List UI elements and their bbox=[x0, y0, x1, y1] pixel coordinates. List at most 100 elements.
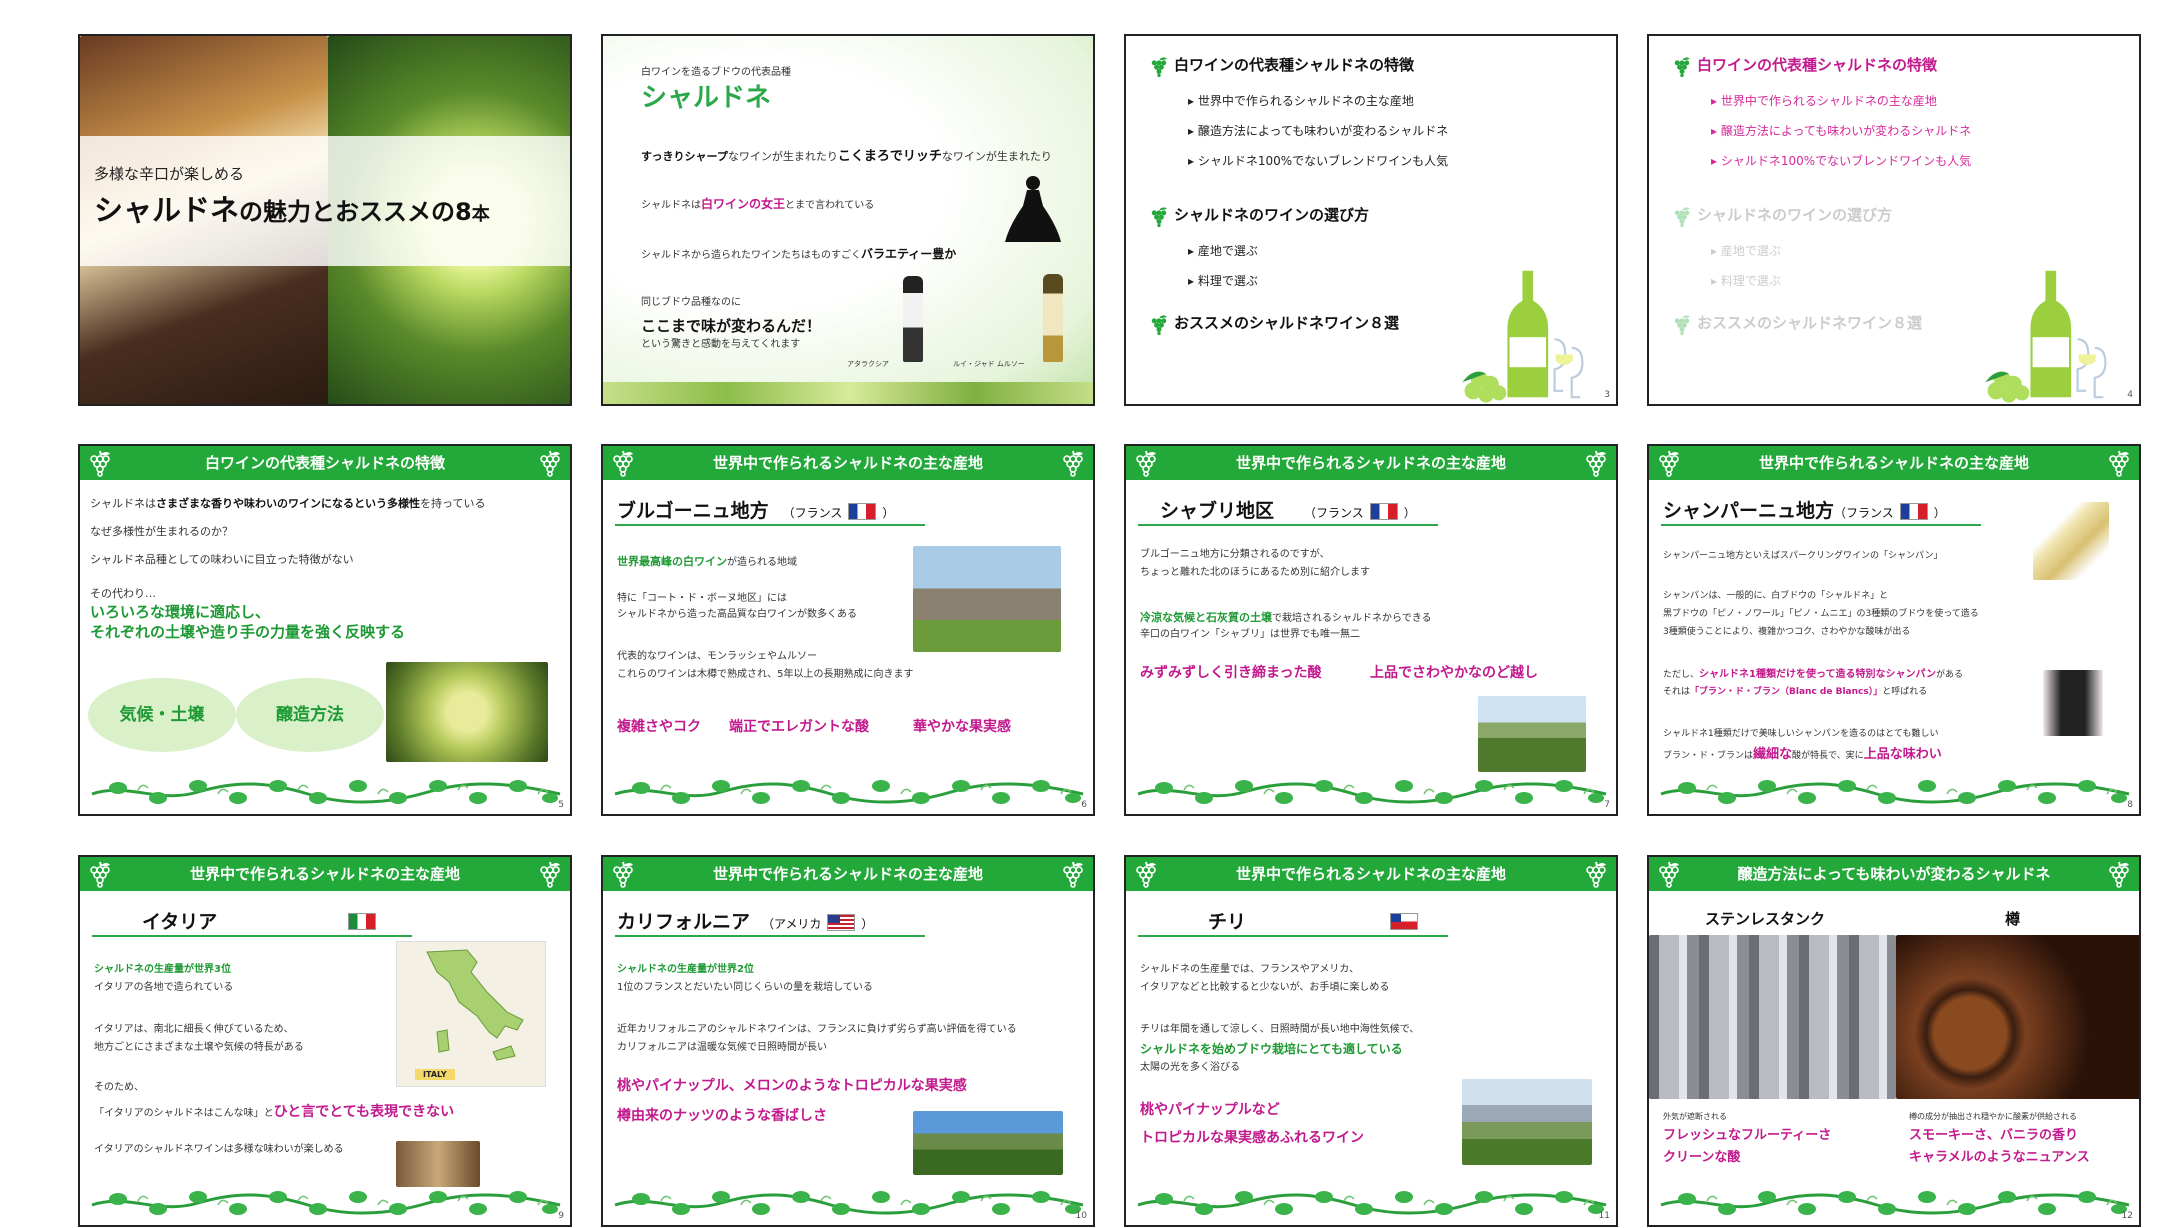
title-underline bbox=[1138, 935, 1448, 937]
slide-3[interactable]: 白ワインの代表種シャルドネの特徴 ▸ 世界中で作られるシャルドネの主な産地 ▸ … bbox=[1124, 34, 1618, 406]
agenda-item-1: ▸ 世界中で作られるシャルドネの主な産地 bbox=[1711, 94, 1937, 108]
slide-1[interactable]: 多様な辛口が楽しめる シャルドネの魅力とおススメの8本 bbox=[78, 34, 572, 406]
page-number: 4 bbox=[2127, 390, 2133, 400]
grape-icon bbox=[609, 860, 637, 888]
vine-decoration bbox=[1657, 774, 2133, 808]
grape-icon bbox=[1655, 449, 1683, 477]
line-4: カリフォルニアは温暖な気候で日照時間が長い bbox=[617, 1042, 827, 1053]
line-1: すっきりシャープなワインが生まれたりこくまろでリッチなワインが生まれたり bbox=[641, 149, 1052, 164]
line-5: そのため、 bbox=[94, 1082, 144, 1093]
italy-map-shape bbox=[426, 949, 524, 1061]
agenda-item-4: ▸ 産地で選ぶ bbox=[1711, 244, 1781, 258]
grape-icon bbox=[86, 449, 114, 477]
line-4: 代表的なワインは、モンラッシェやムルソー bbox=[617, 651, 817, 662]
page-number: 11 bbox=[1598, 1211, 1610, 1221]
right-title: 樽 bbox=[2005, 910, 2021, 928]
title-part-a: シャルドネ bbox=[94, 193, 240, 227]
page-number: 5 bbox=[558, 800, 564, 810]
grape-icon bbox=[536, 449, 564, 477]
grape-icon bbox=[1582, 449, 1610, 477]
line-8: ブラン・ド・ブランは繊細な酸が特長で、実に上品な味わい bbox=[1663, 747, 1942, 762]
line-1: シャルドネの生産量が世界2位 bbox=[617, 964, 754, 975]
line-2: 特に「コート・ド・ボーヌ地区」には bbox=[617, 593, 787, 604]
slide-10[interactable]: 世界中で作られるシャルドネの主な産地 カリフォルニア （アメリカ） シャルドネの生… bbox=[601, 855, 1095, 1227]
slide-header: 世界中で作られるシャルドネの主な産地 bbox=[80, 857, 570, 891]
grape-icon bbox=[536, 860, 564, 888]
grape-icon bbox=[1132, 449, 1160, 477]
vine-decoration bbox=[88, 1185, 564, 1219]
oval-climate-soil: 気候・土壌 bbox=[88, 678, 236, 752]
chateau-photo bbox=[913, 546, 1061, 652]
title-underline bbox=[92, 935, 412, 937]
slide-2[interactable]: 白ワインを造るブドウの代表品種 シャルドネ すっきりシャープなワインが生まれたり… bbox=[601, 34, 1095, 406]
line-5: 太陽の光を多く浴びる bbox=[1140, 1062, 1240, 1073]
agenda-heading-2: シャルドネのワインの選び方 bbox=[1671, 204, 1892, 227]
slide-5[interactable]: 白ワインの代表種シャルドネの特徴 シャルドネはさまざまな香りや味わいのワインにな… bbox=[78, 444, 572, 816]
page-number: 9 bbox=[558, 1211, 564, 1221]
vine-decoration bbox=[1134, 774, 1610, 808]
slide-7[interactable]: 世界中で作られるシャルドネの主な産地 シャブリ地区 （フランス） ブルゴーニュ地方… bbox=[1124, 444, 1618, 816]
line-1: シャルドネの生産量では、フランスやアメリカ、 bbox=[1140, 964, 1360, 975]
agenda-item-2: ▸ 醸造方法によっても味わいが変わるシャルドネ bbox=[1188, 124, 1449, 138]
bottle-1-image bbox=[903, 276, 923, 362]
keyword-1: 桃やパイナップルなど bbox=[1140, 1102, 1280, 1118]
keyword-2: 上品でさわやかなのど越し bbox=[1370, 665, 1538, 681]
line-5: これらのワインは木樽で熟成され、5年以上の長期熟成に向きます bbox=[617, 669, 914, 680]
title-underline bbox=[615, 935, 925, 937]
eyebrow: 白ワインを造るブドウの代表品種 bbox=[641, 67, 791, 78]
line-3: シャルドネから造った高品質な白ワインが数多くある bbox=[617, 609, 857, 620]
grape-icon bbox=[609, 449, 637, 477]
grape-photo bbox=[386, 662, 548, 762]
agenda-item-2: ▸ 醸造方法によっても味わいが変わるシャルドネ bbox=[1711, 124, 1972, 138]
line-4: その代わり… bbox=[90, 587, 156, 600]
grape-border bbox=[603, 382, 1093, 404]
line-2: ちょっと離れた北のほうにあるため別に紹介します bbox=[1140, 567, 1370, 578]
title-underline bbox=[1138, 524, 1438, 526]
vineyard-photo bbox=[913, 1111, 1063, 1175]
slide-header: 醸造方法によっても味わいが変わるシャルドネ bbox=[1649, 857, 2139, 891]
line-2: なぜ多様性が生まれるのか？ bbox=[90, 525, 233, 538]
line-6: 「イタリアのシャルドネはこんな味」とひと言でとても表現できない bbox=[94, 1104, 455, 1120]
bottle-1-label: アタラクシア bbox=[847, 360, 889, 368]
grape-icon bbox=[1148, 205, 1170, 227]
title-underline bbox=[615, 524, 925, 526]
vineyard-photo bbox=[1478, 696, 1586, 772]
title-underline bbox=[1661, 524, 1981, 526]
line-5: いろいろな環境に適応し、 bbox=[90, 603, 271, 621]
page-number: 10 bbox=[1075, 1211, 1087, 1221]
line-3: 冷涼な気候と石灰質の土壌で栽培されるシャルドネからできる bbox=[1140, 611, 1432, 624]
france-flag-icon bbox=[1899, 503, 1928, 520]
page-number: 6 bbox=[1081, 800, 1087, 810]
slide-header: 世界中で作られるシャルドネの主な産地 bbox=[1649, 446, 2139, 480]
slide-4[interactable]: 白ワインの代表種シャルドネの特徴 ▸ 世界中で作られるシャルドネの主な産地 ▸ … bbox=[1647, 34, 2141, 406]
slide-11[interactable]: 世界中で作られるシャルドネの主な産地 チリ シャルドネの生産量では、フランスやア… bbox=[1124, 855, 1618, 1227]
italy-map: ITALY bbox=[396, 941, 546, 1087]
left-title: ステンレスタンク bbox=[1705, 910, 1826, 928]
line-7: イタリアのシャルドネワインは多様な味わいが楽しめる bbox=[94, 1144, 344, 1155]
france-flag-icon bbox=[848, 503, 877, 520]
grape-icon bbox=[1671, 313, 1693, 335]
region-title: シャブリ地区 （フランス） bbox=[1160, 500, 1416, 522]
wine-bottle-illustration bbox=[1456, 264, 1606, 404]
slide-8[interactable]: 世界中で作られるシャルドネの主な産地 シャンパーニュ地方（フランス） シャンパー… bbox=[1647, 444, 2141, 816]
winery-photo bbox=[396, 1141, 480, 1187]
slide-header: 世界中で作られるシャルドネの主な産地 bbox=[1126, 857, 1616, 891]
line-3: チリは年間を通して涼しく、日照時間が長い地中海性気候で、 bbox=[1140, 1024, 1420, 1035]
slide-grid: 多様な辛口が楽しめる シャルドネの魅力とおススメの8本 白ワインを造るブドウの代… bbox=[78, 34, 2141, 1227]
agenda-item-5: ▸ 料理で選ぶ bbox=[1711, 274, 1781, 288]
line-1: シャンパーニュ地方といえばスパークリングワインの「シャンパン」 bbox=[1663, 551, 1943, 561]
slide-12[interactable]: 醸造方法によっても味わいが変わるシャルドネ ステンレスタンク 樽 外気が遮断され… bbox=[1647, 855, 2141, 1227]
agenda-item-4: ▸ 産地で選ぶ bbox=[1188, 244, 1258, 258]
oval-brewing: 醸造方法 bbox=[236, 678, 384, 752]
line-1: シャルドネの生産量が世界3位 bbox=[94, 964, 231, 975]
map-label: ITALY bbox=[415, 1069, 455, 1080]
grape-icon bbox=[1132, 860, 1160, 888]
line-5: ただし、シャルドネ1種類だけを使って造る特別なシャンパンがある bbox=[1663, 669, 1963, 680]
keyword-3: 華やかな果実感 bbox=[913, 719, 1011, 735]
queen-silhouette-icon bbox=[1005, 176, 1061, 242]
slide-6[interactable]: 世界中で作られるシャルドネの主な産地 ブルゴーニュ地方 （フランス） 世界最高峰の… bbox=[601, 444, 1095, 816]
keyword-2: 樽由来のナッツのような香ばしさ bbox=[617, 1108, 827, 1124]
right-sub: 樽の成分が抽出され穏やかに酸素が供給される bbox=[1909, 1112, 2077, 1121]
line-4: シャルドネを始めブドウ栽培にとても適している bbox=[1140, 1042, 1403, 1056]
slide-9[interactable]: 世界中で作られるシャルドネの主な産地 イタリア シャルドネの生産量が世界3位 イ… bbox=[78, 855, 572, 1227]
